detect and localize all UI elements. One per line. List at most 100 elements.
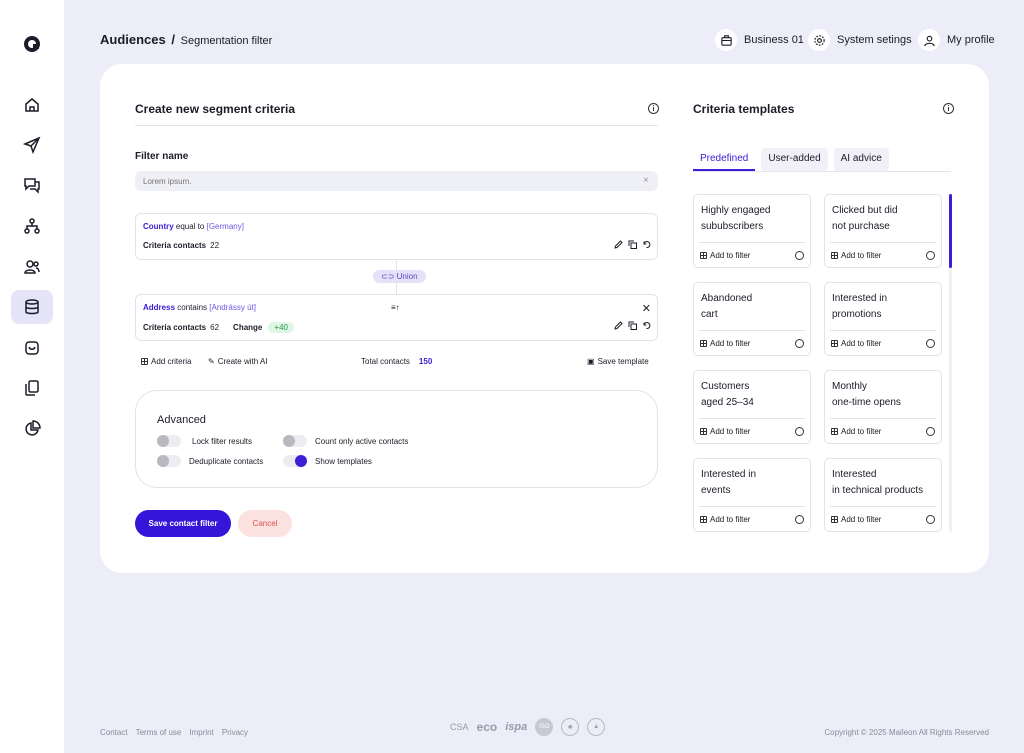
toggle-switch[interactable]	[283, 435, 307, 447]
toggle-switch[interactable]	[283, 455, 307, 467]
template-card[interactable]: Interested in events Add to filter	[693, 458, 811, 532]
add-to-filter-button[interactable]: Add to filter	[700, 251, 750, 260]
total-contacts-value: 150	[418, 357, 433, 366]
clear-icon[interactable]: ×	[643, 175, 649, 186]
criterion-expression[interactable]: Country equal to [Germany]	[143, 222, 244, 231]
add-to-filter-button[interactable]: Add to filter	[831, 427, 881, 436]
footer-link-contact[interactable]: Contact	[100, 728, 128, 737]
add-icon	[831, 516, 838, 523]
breadcrumb-root[interactable]: Audiences	[100, 32, 166, 47]
sidebar-item-inbox[interactable]	[11, 331, 53, 365]
edit-icon[interactable]	[614, 240, 623, 249]
duplicate-icon[interactable]	[628, 240, 637, 249]
toggle-lock-filter-results[interactable]: Lock filter results	[157, 435, 252, 447]
add-icon	[831, 252, 838, 259]
profile-label: My profile	[947, 34, 995, 46]
add-to-filter-button[interactable]: Add to filter	[831, 515, 881, 524]
sort-icon[interactable]: ≡↑	[391, 303, 400, 312]
undo-icon[interactable]	[642, 321, 651, 330]
sidebar-item-campaigns[interactable]	[11, 128, 53, 162]
sidebar-item-automation[interactable]	[11, 209, 53, 243]
tab-ai-advice[interactable]: AI advice	[833, 148, 889, 171]
toggle-switch[interactable]	[157, 455, 181, 467]
app-logo[interactable]	[22, 34, 42, 54]
info-icon[interactable]	[926, 339, 935, 348]
tab-predefined[interactable]: Predefined	[693, 148, 756, 171]
template-tabs: Predefined User-added AI advice	[693, 148, 889, 171]
union-badge[interactable]: ⊂⊃ Union	[373, 270, 426, 283]
advanced-panel: Advanced Lock filter results Count only …	[135, 390, 658, 488]
main-card: Create new segment criteria Filter name …	[100, 64, 989, 573]
add-to-filter-button[interactable]: Add to filter	[700, 427, 750, 436]
template-card[interactable]: Interested in promotions Add to filter	[824, 282, 942, 356]
template-card[interactable]: Abandoned cart Add to filter	[693, 282, 811, 356]
breadcrumb-current: Segmentation filter	[180, 35, 273, 47]
template-card[interactable]: Customers aged 25–34 Add to filter	[693, 370, 811, 444]
tab-user-added[interactable]: User-added	[761, 148, 828, 171]
profile-link[interactable]: My profile	[918, 29, 995, 51]
template-card[interactable]: Monthly one-time opens Add to filter	[824, 370, 942, 444]
toggle-deduplicate-contacts[interactable]: Deduplicate contacts	[157, 455, 263, 467]
info-icon[interactable]	[795, 515, 804, 524]
toggle-switch[interactable]	[157, 435, 181, 447]
edit-icon[interactable]	[614, 321, 623, 330]
info-icon[interactable]	[795, 251, 804, 260]
security-badge-icon: 🔒︎	[587, 718, 606, 736]
users-icon	[24, 260, 40, 274]
toggle-label: Deduplicate contacts	[189, 456, 264, 466]
template-name: sububscribers	[701, 221, 764, 232]
sidebar-item-audiences[interactable]	[11, 250, 53, 284]
sidebar-item-messages[interactable]	[11, 168, 53, 202]
info-icon[interactable]	[648, 103, 659, 114]
info-icon[interactable]	[943, 103, 954, 114]
template-name: in technical products	[832, 485, 924, 496]
template-card[interactable]: Interested in technical products Add to f…	[824, 458, 942, 532]
filter-name-input[interactable]	[135, 171, 658, 191]
add-to-filter-label: Add to filter	[841, 339, 882, 348]
sidebar-item-data[interactable]	[11, 290, 53, 324]
duplicate-icon[interactable]	[628, 321, 637, 330]
business-switcher[interactable]: Business 01	[715, 29, 804, 51]
flow-icon	[24, 218, 40, 234]
criterion-value: [Germany]	[206, 222, 244, 231]
total-contacts: Total contacts 150	[361, 357, 432, 366]
certification-logos: CSA eco ispa ISO ✺ 🔒︎	[450, 718, 606, 736]
info-icon[interactable]	[926, 427, 935, 436]
add-to-filter-button[interactable]: Add to filter	[831, 339, 881, 348]
template-name: aged 25–34	[701, 397, 754, 408]
criterion-expression[interactable]: Address contains [Andrássy út]	[143, 303, 256, 312]
add-to-filter-button[interactable]: Add to filter	[700, 515, 750, 524]
sidebar-item-templates[interactable]	[11, 371, 53, 405]
add-to-filter-label: Add to filter	[710, 251, 751, 260]
toggle-count-active-contacts[interactable]: Count only active contacts	[283, 435, 408, 447]
info-icon[interactable]	[795, 427, 804, 436]
add-icon	[700, 428, 707, 435]
save-contact-filter-button[interactable]: Save contact filter	[135, 510, 231, 537]
template-card[interactable]: Highly engaged sububscribers Add to filte…	[693, 194, 811, 268]
toggle-show-templates[interactable]: Show templates	[283, 455, 372, 467]
add-to-filter-button[interactable]: Add to filter	[700, 339, 750, 348]
undo-icon[interactable]	[642, 240, 651, 249]
create-with-ai-button[interactable]: ✎ Create with AI	[208, 357, 268, 366]
save-template-button[interactable]: ▣ Save template	[587, 357, 649, 366]
template-card[interactable]: Clicked but did not purchase Add to filte…	[824, 194, 942, 268]
add-criteria-button[interactable]: Add criteria	[141, 357, 191, 366]
system-settings-link[interactable]: System setings	[808, 29, 912, 51]
footer-link-imprint[interactable]: Imprint	[189, 728, 213, 737]
info-icon[interactable]	[926, 251, 935, 260]
sidebar-item-home[interactable]	[11, 88, 53, 122]
sidebar-item-reports[interactable]	[11, 412, 53, 446]
filter-name-label: Filter name	[135, 151, 189, 162]
user-icon	[918, 29, 940, 51]
info-icon[interactable]	[926, 515, 935, 524]
close-icon[interactable]: ✕	[642, 302, 651, 315]
template-scrollbar-thumb[interactable]	[949, 194, 952, 268]
segment-title: Create new segment criteria	[135, 102, 296, 116]
add-to-filter-button[interactable]: Add to filter	[831, 251, 881, 260]
footer-link-terms[interactable]: Terms of use	[136, 728, 182, 737]
footer-link-privacy[interactable]: Privacy	[222, 728, 248, 737]
cancel-button[interactable]: Cancel	[238, 510, 292, 537]
template-name: events	[701, 485, 731, 496]
info-icon[interactable]	[795, 339, 804, 348]
criterion-operator: equal to	[175, 222, 205, 231]
